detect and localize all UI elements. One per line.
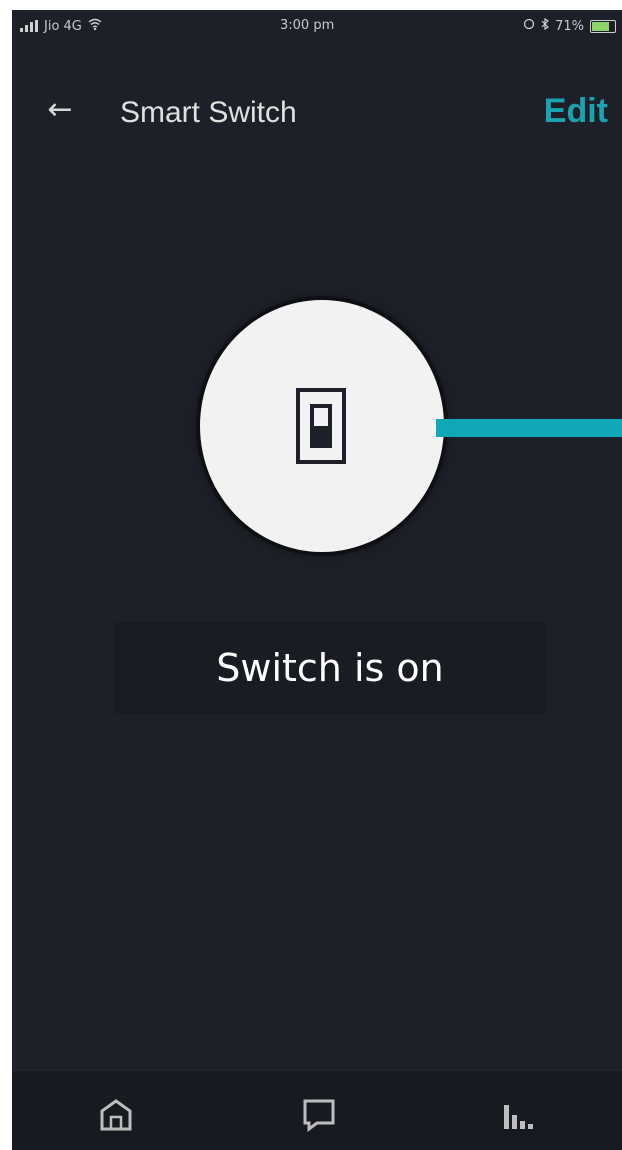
home-icon[interactable] (92, 1091, 140, 1139)
clock: 3:00 pm (280, 18, 335, 33)
light-switch-icon (294, 386, 348, 466)
battery-percent: 71% (555, 18, 584, 34)
alarm-icon (523, 18, 535, 34)
switch-status-text: Switch is on (114, 622, 546, 714)
carrier-label: Jio 4G (44, 18, 82, 34)
stats-icon[interactable] (496, 1091, 544, 1139)
bottom-navigation (12, 1070, 622, 1150)
app-header: ← Smart Switch Edit (12, 70, 622, 140)
wifi-icon (88, 18, 102, 34)
edit-button[interactable]: Edit (544, 92, 608, 131)
back-arrow-icon[interactable]: ← (42, 92, 78, 128)
app-screen: Jio 4G 3:00 pm 71% ← Smart Switch Edit S… (12, 10, 622, 1150)
bluetooth-icon (541, 17, 550, 34)
status-left: Jio 4G (20, 18, 102, 34)
signal-icon (20, 20, 38, 32)
status-bar: Jio 4G 3:00 pm 71% (12, 10, 622, 44)
status-connector-line (436, 419, 622, 437)
battery-level (592, 21, 609, 31)
status-right: 71% (523, 17, 616, 34)
page-title: Smart Switch (120, 96, 297, 129)
chat-icon[interactable] (295, 1091, 343, 1139)
battery-icon (590, 19, 616, 33)
